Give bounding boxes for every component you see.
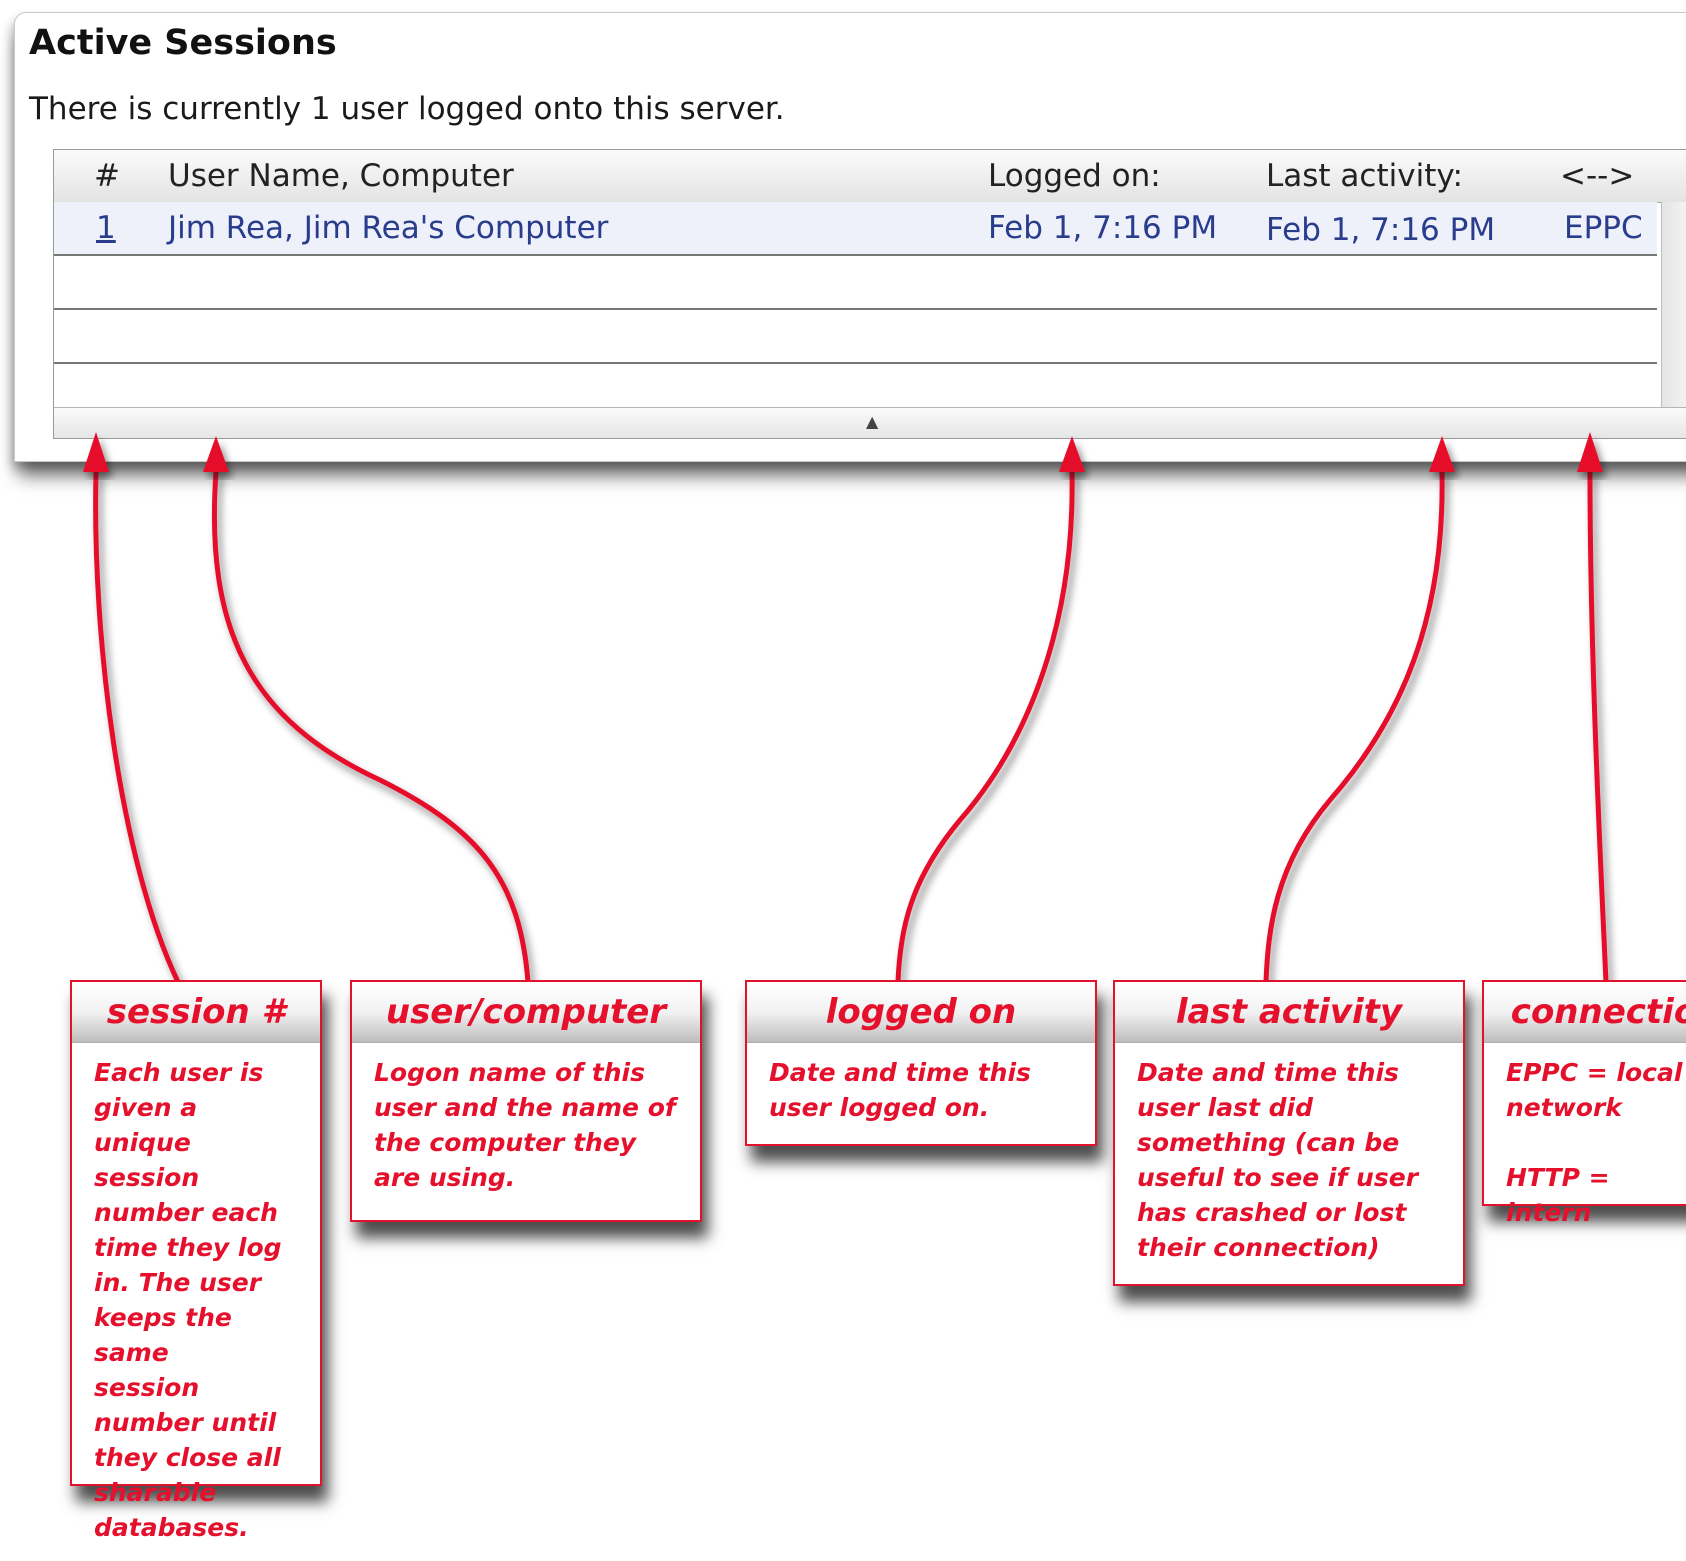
callout-text: Date and time this user logged on. <box>769 1058 1031 1122</box>
callout-user-computer: user/computer Logon name of this user an… <box>350 980 702 1222</box>
callout-text: Logon name of this user and the name of … <box>374 1058 676 1192</box>
callout-logged-on: logged on Date and time this user logged… <box>745 980 1097 1146</box>
arrow-last-activity <box>1263 469 1445 985</box>
callout-last-activity: last activity Date and time this user la… <box>1113 980 1465 1286</box>
callout-title: user/computer <box>352 982 700 1043</box>
arrow-logged-on <box>895 469 1075 985</box>
arrowhead-last-activity <box>1429 436 1455 472</box>
callout-text: Each user is given a unique session numb… <box>94 1058 282 1542</box>
callout-title: logged on <box>747 982 1095 1043</box>
arrow-user <box>211 469 531 985</box>
arrowhead-logged-on <box>1059 436 1085 472</box>
arrow-session <box>93 469 181 985</box>
callout-title: session # <box>72 982 320 1043</box>
callout-text: EPPC = local network HTTP = intern <box>1506 1058 1683 1227</box>
arrow-connection <box>1587 469 1609 985</box>
arrowhead-session <box>83 432 109 472</box>
callout-connection: connectio EPPC = local network HTTP = in… <box>1482 980 1686 1227</box>
callout-text: Date and time this user last did somethi… <box>1137 1058 1419 1262</box>
callout-title: last activity <box>1115 982 1463 1043</box>
callout-session-number: session # Each user is given a unique se… <box>70 980 322 1542</box>
arrowhead-connection <box>1577 432 1603 472</box>
callout-title: connectio <box>1484 982 1686 1043</box>
arrowhead-user <box>203 436 229 472</box>
